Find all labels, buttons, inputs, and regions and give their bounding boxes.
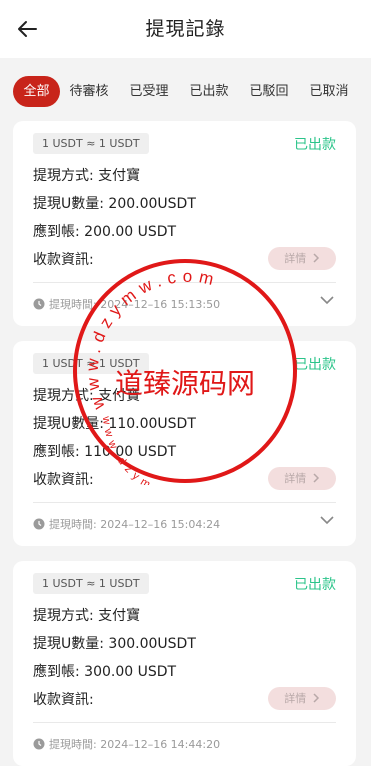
withdraw-amount: 提現U數量: 300.00USDT bbox=[33, 636, 196, 652]
details-button[interactable]: 詳情 bbox=[268, 247, 336, 270]
details-button[interactable]: 詳情 bbox=[268, 687, 336, 710]
withdraw-method: 提現方式: 支付寶 bbox=[33, 608, 141, 624]
withdraw-time: 提現時間: 2024–12–16 15:13:50 bbox=[49, 298, 221, 311]
amount-to-receive: 應到帳: 300.00 USDT bbox=[33, 664, 177, 680]
exchange-rate-badge: 1 USDT ≈ 1 USDT bbox=[33, 353, 149, 374]
page-title: 提現記錄 bbox=[145, 18, 226, 40]
withdraw-method: 提現方式: 支付寶 bbox=[33, 388, 141, 404]
status-label: 已出款 bbox=[294, 137, 336, 153]
withdraw-amount: 提現U數量: 110.00USDT bbox=[33, 416, 196, 432]
status-label: 已出款 bbox=[294, 577, 336, 593]
status-filter-tabs: 全部 待審核 已受理 已出款 已駁回 已取消 bbox=[0, 58, 371, 118]
tab-pending-review[interactable]: 待審核 bbox=[68, 76, 110, 107]
app-header: 提現記錄 bbox=[0, 0, 371, 58]
divider bbox=[33, 282, 336, 283]
chevron-right-icon bbox=[313, 473, 319, 483]
exchange-rate-badge: 1 USDT ≈ 1 USDT bbox=[33, 133, 149, 154]
divider bbox=[33, 722, 336, 723]
clock-icon bbox=[33, 518, 45, 530]
divider bbox=[33, 502, 336, 503]
chevron-right-icon bbox=[313, 253, 319, 263]
payment-info-label: 收款資訊: bbox=[33, 472, 94, 488]
withdrawal-record-card: 1 USDT ≈ 1 USDT 已出款 提現方式: 支付寶 提現U數量: 300… bbox=[13, 561, 356, 766]
details-button-label: 詳情 bbox=[284, 252, 307, 265]
withdrawal-record-card: 1 USDT ≈ 1 USDT 已出款 提現方式: 支付寶 提現U數量: 110… bbox=[13, 341, 356, 546]
amount-to-receive: 應到帳: 200.00 USDT bbox=[33, 224, 177, 240]
clock-icon bbox=[33, 738, 45, 750]
withdraw-time: 提現時間: 2024–12–16 14:44:20 bbox=[49, 738, 221, 751]
withdraw-time-row: 提現時間: 2024–12–16 15:13:50 bbox=[33, 296, 220, 312]
tab-rejected[interactable]: 已駁回 bbox=[248, 76, 290, 107]
chevron-down-icon[interactable] bbox=[319, 514, 335, 526]
tab-paid-out[interactable]: 已出款 bbox=[188, 76, 230, 107]
chevron-right-icon bbox=[313, 693, 319, 703]
status-label: 已出款 bbox=[294, 357, 336, 373]
tab-all[interactable]: 全部 bbox=[13, 76, 60, 107]
withdraw-time-row: 提現時間: 2024–12–16 14:44:20 bbox=[33, 736, 220, 752]
amount-to-receive: 應到帳: 110.00 USDT bbox=[33, 444, 177, 460]
tab-cancelled[interactable]: 已取消 bbox=[308, 76, 350, 107]
withdraw-time-row: 提現時間: 2024–12–16 15:04:24 bbox=[33, 516, 220, 532]
tab-accepted[interactable]: 已受理 bbox=[128, 76, 170, 107]
details-button-label: 詳情 bbox=[284, 692, 307, 705]
withdraw-method: 提現方式: 支付寶 bbox=[33, 168, 141, 184]
exchange-rate-badge: 1 USDT ≈ 1 USDT bbox=[33, 573, 149, 594]
withdraw-amount: 提現U數量: 200.00USDT bbox=[33, 196, 196, 212]
payment-info-label: 收款資訊: bbox=[33, 692, 94, 708]
details-button[interactable]: 詳情 bbox=[268, 467, 336, 490]
payment-info-label: 收款資訊: bbox=[33, 252, 94, 268]
withdraw-time: 提現時間: 2024–12–16 15:04:24 bbox=[49, 518, 221, 531]
chevron-down-icon[interactable] bbox=[319, 294, 335, 306]
details-button-label: 詳情 bbox=[284, 472, 307, 485]
withdrawal-record-card: 1 USDT ≈ 1 USDT 已出款 提現方式: 支付寶 提現U數量: 200… bbox=[13, 121, 356, 326]
clock-icon bbox=[33, 298, 45, 310]
